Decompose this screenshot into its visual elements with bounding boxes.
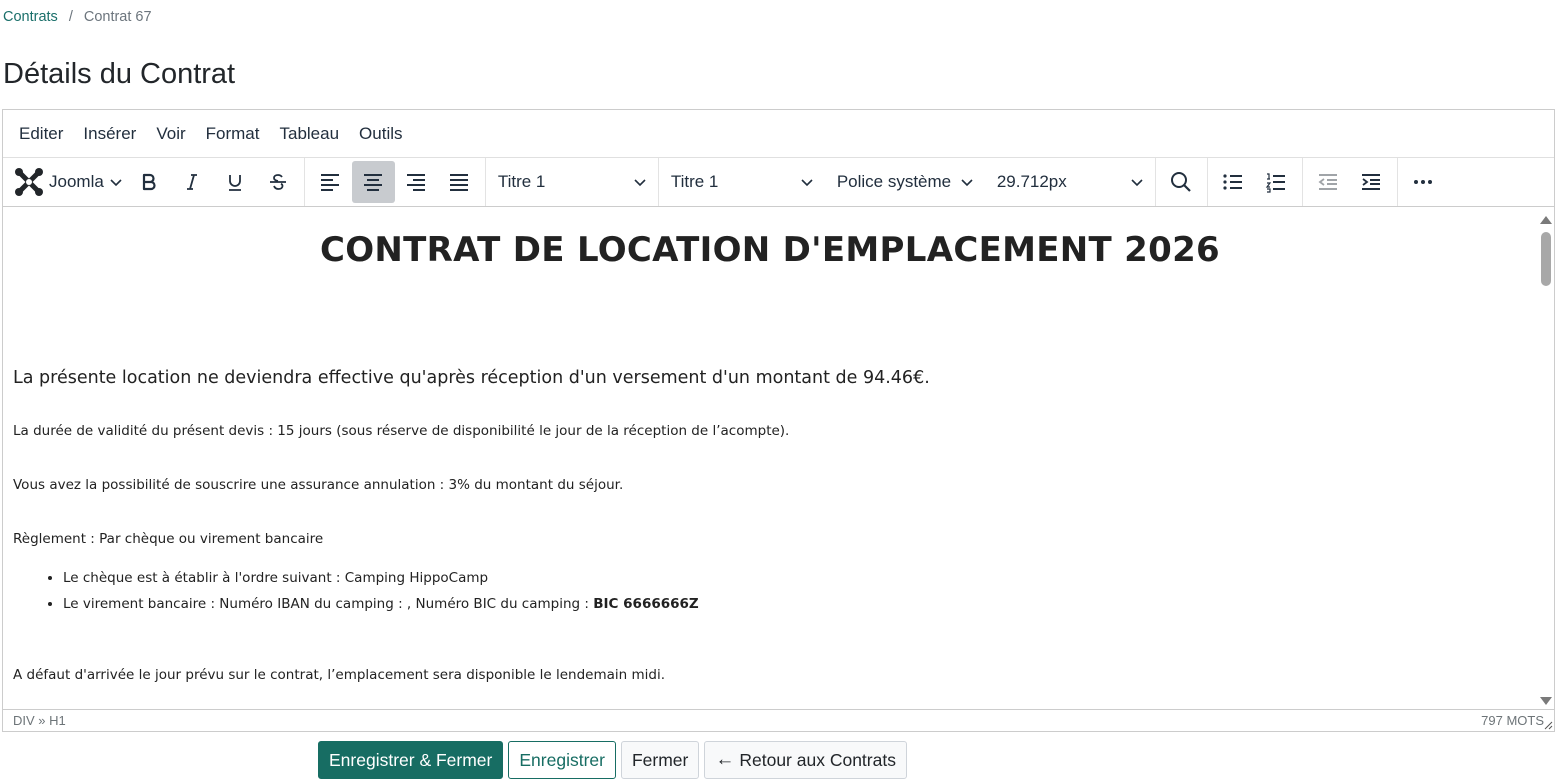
font-size-select[interactable]: 29.712px bbox=[985, 161, 1155, 203]
list-item-transfer[interactable]: Le virement bancaire : Numéro IBAN du ca… bbox=[63, 596, 1527, 612]
indent-icon bbox=[1362, 174, 1381, 190]
editor-menubar: Editer Insérer Voir Format Tableau Outil… bbox=[3, 110, 1554, 158]
italic-icon bbox=[187, 174, 198, 190]
payment-list: Le chèque est à établir à l'ordre suivan… bbox=[63, 570, 1527, 612]
toolbar-group-more bbox=[1398, 158, 1449, 206]
chevron-down-icon bbox=[961, 179, 973, 187]
toolbar-group-fonts: Titre 1 Police système 29.712px bbox=[659, 158, 1156, 206]
font-family-select[interactable]: Police système bbox=[825, 161, 985, 203]
toolbar-group-indent bbox=[1303, 158, 1398, 206]
indent-button[interactable] bbox=[1350, 161, 1393, 203]
search-icon bbox=[1171, 172, 1192, 192]
list-item-cheque[interactable]: Le chèque est à établir à l'ordre suivan… bbox=[63, 570, 1527, 586]
breadcrumb: Contrats / Contrat 67 bbox=[3, 9, 152, 25]
bullet-list-icon bbox=[1223, 174, 1243, 190]
transfer-text: Le virement bancaire : Numéro IBAN du ca… bbox=[63, 596, 594, 612]
outdent-button[interactable] bbox=[1307, 161, 1350, 203]
align-center-button[interactable] bbox=[351, 161, 395, 203]
toolbar-group-alignment bbox=[305, 158, 486, 206]
back-to-contracts-button[interactable]: ← Retour aux Contrats bbox=[704, 741, 907, 779]
chevron-down-icon bbox=[1131, 179, 1143, 187]
block-format-value: Titre 1 bbox=[497, 172, 546, 191]
styles-select[interactable]: Titre 1 bbox=[659, 161, 825, 203]
align-left-icon bbox=[321, 174, 340, 191]
menu-format[interactable]: Format bbox=[196, 120, 270, 148]
contract-heading[interactable]: CONTRAT DE LOCATION D'EMPLACEMENT 2026 bbox=[13, 230, 1527, 270]
breadcrumb-contrats-link[interactable]: Contrats bbox=[3, 9, 58, 25]
bic-code: BIC 6666666Z bbox=[593, 596, 699, 612]
underline-icon bbox=[229, 175, 242, 191]
align-right-icon bbox=[407, 174, 426, 191]
styles-value: Titre 1 bbox=[670, 172, 719, 191]
deposit-paragraph[interactable]: La présente location ne deviendra effect… bbox=[13, 368, 1527, 388]
element-path[interactable]: DIV » H1 bbox=[13, 713, 66, 728]
bold-icon bbox=[143, 173, 156, 191]
back-label: Retour aux Contrats bbox=[739, 749, 896, 770]
scroll-down-arrow-icon[interactable] bbox=[1540, 697, 1552, 705]
strikethrough-button[interactable] bbox=[257, 161, 300, 203]
scrollbar-thumb[interactable] bbox=[1541, 232, 1551, 286]
menu-editer[interactable]: Editer bbox=[9, 120, 73, 148]
editor-document[interactable]: CONTRAT DE LOCATION D'EMPLACEMENT 2026 L… bbox=[3, 230, 1537, 683]
italic-button[interactable] bbox=[171, 161, 214, 203]
chevron-down-icon bbox=[801, 179, 813, 187]
editor-scrollbar[interactable] bbox=[1537, 208, 1554, 711]
align-left-button[interactable] bbox=[309, 161, 352, 203]
align-justify-button[interactable] bbox=[438, 161, 481, 203]
joomla-label: Joomla bbox=[49, 172, 104, 191]
editor-content-area[interactable]: CONTRAT DE LOCATION D'EMPLACEMENT 2026 L… bbox=[3, 208, 1537, 711]
word-count[interactable]: 797 MOTS bbox=[1481, 713, 1544, 728]
numbered-list-icon bbox=[1266, 173, 1286, 193]
strikethrough-icon bbox=[270, 174, 287, 190]
align-justify-icon bbox=[450, 174, 469, 191]
align-right-button[interactable] bbox=[395, 161, 438, 203]
search-replace-button[interactable] bbox=[1160, 161, 1203, 203]
scroll-up-arrow-icon[interactable] bbox=[1540, 216, 1552, 224]
font-size-value: 29.712px bbox=[996, 172, 1067, 191]
page-title: Détails du Contrat bbox=[3, 58, 236, 90]
toolbar-group-search bbox=[1156, 158, 1208, 206]
toolbar-group-blocks: Titre 1 bbox=[486, 158, 659, 206]
arrow-left-icon: ← bbox=[715, 749, 735, 770]
font-family-value: Police système bbox=[836, 172, 952, 191]
chevron-down-icon bbox=[634, 179, 646, 187]
menu-tableau[interactable]: Tableau bbox=[269, 120, 349, 148]
outdent-icon bbox=[1318, 174, 1338, 190]
align-center-icon bbox=[364, 174, 383, 191]
editor-toolbar: Joomla Titre 1 Titre 1 Police système 29… bbox=[3, 158, 1554, 207]
close-button[interactable]: Fermer bbox=[620, 741, 700, 779]
resize-handle-icon[interactable] bbox=[1543, 720, 1553, 730]
action-buttons: Enregistrer & Fermer Enregistrer Fermer … bbox=[318, 741, 907, 779]
breadcrumb-separator: / bbox=[68, 9, 73, 25]
rich-text-editor: Editer Insérer Voir Format Tableau Outil… bbox=[2, 109, 1555, 732]
underline-button[interactable] bbox=[214, 161, 257, 203]
save-button[interactable]: Enregistrer bbox=[508, 741, 616, 779]
insurance-paragraph[interactable]: Vous avez la possibilité de souscrire un… bbox=[13, 477, 1527, 493]
payment-paragraph[interactable]: Règlement : Par chèque ou virement banca… bbox=[13, 531, 1527, 547]
breadcrumb-current: Contrat 67 bbox=[83, 9, 152, 25]
more-icon bbox=[1414, 180, 1433, 184]
chevron-down-icon bbox=[110, 179, 122, 187]
editor-statusbar: DIV » H1 797 MOTS bbox=[3, 709, 1554, 731]
numbered-list-button[interactable] bbox=[1255, 161, 1298, 203]
save-close-button[interactable]: Enregistrer & Fermer bbox=[318, 741, 504, 779]
bold-button[interactable] bbox=[128, 161, 171, 203]
menu-inserer[interactable]: Insérer bbox=[73, 120, 146, 148]
toolbar-group-joomla: Joomla bbox=[3, 158, 305, 206]
joomla-logo-icon bbox=[15, 168, 43, 196]
menu-voir[interactable]: Voir bbox=[146, 120, 195, 148]
arrival-paragraph[interactable]: A défaut d'arrivée le jour prévu sur le … bbox=[13, 667, 1527, 683]
more-button[interactable] bbox=[1402, 161, 1445, 203]
validity-paragraph[interactable]: La durée de validité du présent devis : … bbox=[13, 423, 1527, 439]
block-format-select[interactable]: Titre 1 bbox=[486, 161, 658, 203]
menu-outils[interactable]: Outils bbox=[349, 120, 412, 148]
joomla-button[interactable]: Joomla bbox=[7, 161, 128, 203]
toolbar-group-lists bbox=[1208, 158, 1303, 206]
bullet-list-button[interactable] bbox=[1212, 161, 1255, 203]
